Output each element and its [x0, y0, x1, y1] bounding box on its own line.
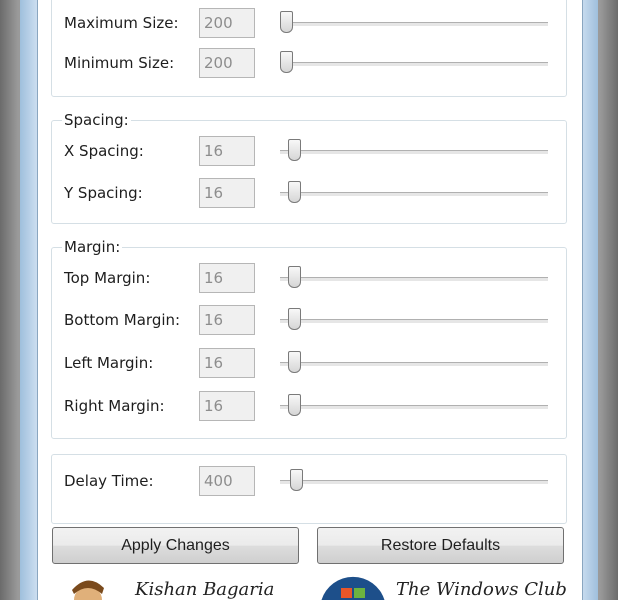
delay-group: Delay Time: 400 — [51, 454, 567, 524]
group-title: Spacing: — [62, 111, 131, 129]
setting-value-field[interactable]: 400 — [199, 466, 255, 496]
group-title: Margin: — [62, 238, 123, 256]
setting-label: Maximum Size: — [64, 14, 179, 32]
spacing-group: Spacing: X Spacing: 16 Y Spacing: 16 — [51, 111, 567, 224]
setting-row: Left Margin: 16 — [52, 348, 566, 380]
setting-row: Top Margin: 16 — [52, 263, 566, 295]
setting-slider-thumb[interactable] — [287, 139, 301, 161]
setting-slider-thumb[interactable] — [287, 181, 301, 203]
setting-slider-track[interactable] — [280, 150, 548, 154]
margin-group: Margin: Top Margin: 16 Bottom Margin: 16 … — [51, 238, 567, 439]
setting-value-field[interactable]: 16 — [199, 136, 255, 166]
setting-row: Y Spacing: 16 — [52, 178, 566, 210]
setting-label: Top Margin: — [64, 269, 151, 287]
setting-row: X Spacing: 16 — [52, 136, 566, 168]
setting-slider-thumb[interactable] — [287, 351, 301, 373]
setting-row: Delay Time: 400 — [52, 466, 566, 498]
setting-label: Minimum Size: — [64, 54, 175, 72]
windows-logo-icon — [321, 576, 385, 600]
setting-slider-thumb[interactable] — [280, 11, 293, 33]
setting-label: Y Spacing: — [64, 184, 143, 202]
setting-label: X Spacing: — [64, 142, 144, 160]
setting-slider-track[interactable] — [280, 62, 548, 66]
apply-changes-button[interactable]: Apply Changes — [52, 527, 299, 564]
setting-value-field[interactable]: 16 — [199, 263, 255, 293]
setting-row: Maximum Size: 200 — [52, 8, 566, 40]
setting-slider-track[interactable] — [280, 277, 548, 281]
setting-slider-thumb[interactable] — [287, 308, 301, 330]
setting-slider-thumb[interactable] — [287, 266, 301, 288]
setting-value-field[interactable]: 200 — [199, 48, 255, 78]
setting-slider-track[interactable] — [280, 405, 548, 409]
setting-slider-thumb[interactable] — [287, 394, 301, 416]
setting-slider-thumb[interactable] — [290, 469, 304, 491]
author-avatar-icon — [72, 580, 104, 600]
setting-value-field[interactable]: 16 — [199, 348, 255, 378]
setting-value-field[interactable]: 200 — [199, 8, 255, 38]
setting-row: Bottom Margin: 16 — [52, 305, 566, 337]
setting-label: Left Margin: — [64, 354, 154, 372]
setting-label: Delay Time: — [64, 472, 154, 490]
setting-label: Right Margin: — [64, 397, 165, 415]
site-name: The Windows Club — [396, 579, 567, 600]
setting-label: Bottom Margin: — [64, 311, 181, 329]
setting-slider-track[interactable] — [280, 319, 548, 323]
setting-row: Right Margin: 16 — [52, 391, 566, 423]
setting-slider-track[interactable] — [280, 22, 548, 26]
setting-slider-track[interactable] — [280, 362, 548, 366]
setting-slider-thumb[interactable] — [280, 51, 293, 73]
setting-value-field[interactable]: 16 — [199, 178, 255, 208]
restore-defaults-button[interactable]: Restore Defaults — [317, 527, 564, 564]
setting-value-field[interactable]: 16 — [199, 391, 255, 421]
author-name: Kishan Bagaria — [135, 579, 275, 600]
setting-value-field[interactable]: 16 — [199, 305, 255, 335]
setting-row: Minimum Size: 200 — [52, 48, 566, 80]
setting-slider-track[interactable] — [280, 192, 548, 196]
setting-slider-track[interactable] — [280, 480, 548, 484]
size-group: Maximum Size: 200 Minimum Size: 200 — [51, 0, 567, 97]
